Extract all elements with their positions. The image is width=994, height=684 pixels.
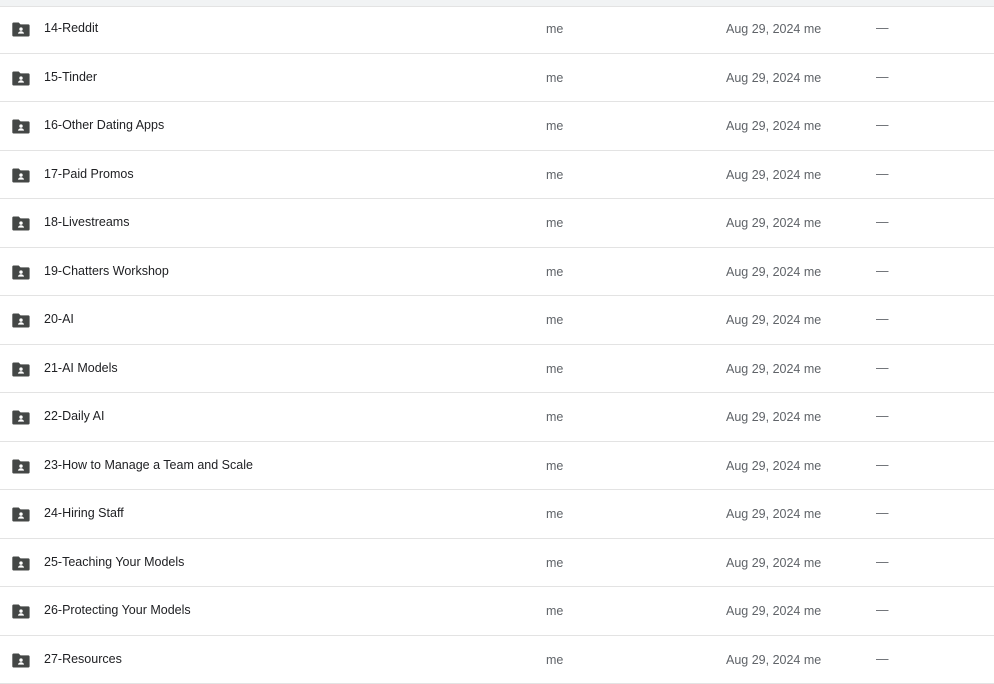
shared-folder-icon: [12, 459, 30, 474]
file-size-cell: —: [876, 70, 889, 84]
file-size-cell: —: [876, 118, 889, 132]
folder-name[interactable]: 20-AI: [44, 312, 74, 326]
folder-name[interactable]: 14-Reddit: [44, 21, 98, 35]
folder-name[interactable]: 26-Protecting Your Models: [44, 603, 191, 617]
folder-row-4[interactable]: 17-Paid Promos me Aug 29, 2024 me —: [0, 151, 994, 200]
folder-row-6[interactable]: 19-Chatters Workshop me Aug 29, 2024 me …: [0, 248, 994, 297]
owner-cell: me: [546, 216, 563, 230]
last-modified-cell: Aug 29, 2024 me: [726, 459, 821, 473]
folder-name[interactable]: 16-Other Dating Apps: [44, 118, 164, 132]
last-modified-cell: Aug 29, 2024 me: [726, 410, 821, 424]
owner-cell: me: [546, 313, 563, 327]
folder-name[interactable]: 25-Teaching Your Models: [44, 555, 184, 569]
owner-cell: me: [546, 168, 563, 182]
folder-name[interactable]: 27-Resources: [44, 652, 122, 666]
shared-folder-icon: [12, 22, 30, 37]
last-modified-cell: Aug 29, 2024 me: [726, 507, 821, 521]
last-modified-cell: Aug 29, 2024 me: [726, 71, 821, 85]
file-size-cell: —: [876, 652, 889, 666]
folder-row-8[interactable]: 21-AI Models me Aug 29, 2024 me —: [0, 345, 994, 394]
owner-cell: me: [546, 604, 563, 618]
shared-folder-icon: [12, 410, 30, 425]
folder-row-5[interactable]: 18-Livestreams me Aug 29, 2024 me —: [0, 199, 994, 248]
shared-folder-icon: [12, 265, 30, 280]
file-size-cell: —: [876, 555, 889, 569]
file-size-cell: —: [876, 361, 889, 375]
shared-folder-icon: [12, 362, 30, 377]
file-size-cell: —: [876, 215, 889, 229]
folder-row-12[interactable]: 25-Teaching Your Models me Aug 29, 2024 …: [0, 539, 994, 588]
last-modified-cell: Aug 29, 2024 me: [726, 119, 821, 133]
folder-row-1[interactable]: 14-Reddit me Aug 29, 2024 me —: [0, 5, 994, 54]
owner-cell: me: [546, 459, 563, 473]
last-modified-cell: Aug 29, 2024 me: [726, 265, 821, 279]
folder-name[interactable]: 17-Paid Promos: [44, 167, 134, 181]
file-size-cell: —: [876, 167, 889, 181]
owner-cell: me: [546, 410, 563, 424]
folder-row-2[interactable]: 15-Tinder me Aug 29, 2024 me —: [0, 54, 994, 103]
last-modified-cell: Aug 29, 2024 me: [726, 168, 821, 182]
folder-row-13[interactable]: 26-Protecting Your Models me Aug 29, 202…: [0, 587, 994, 636]
folder-row-9[interactable]: 22-Daily AI me Aug 29, 2024 me —: [0, 393, 994, 442]
owner-cell: me: [546, 71, 563, 85]
folder-name[interactable]: 23-How to Manage a Team and Scale: [44, 458, 253, 472]
folder-row-10[interactable]: 23-How to Manage a Team and Scale me Aug…: [0, 442, 994, 491]
last-modified-cell: Aug 29, 2024 me: [726, 362, 821, 376]
shared-folder-icon: [12, 507, 30, 522]
last-modified-cell: Aug 29, 2024 me: [726, 22, 821, 36]
folder-name[interactable]: 21-AI Models: [44, 361, 118, 375]
shared-folder-icon: [12, 216, 30, 231]
owner-cell: me: [546, 22, 563, 36]
file-size-cell: —: [876, 458, 889, 472]
file-size-cell: —: [876, 21, 889, 35]
folder-name[interactable]: 22-Daily AI: [44, 409, 104, 423]
shared-folder-icon: [12, 604, 30, 619]
last-modified-cell: Aug 29, 2024 me: [726, 216, 821, 230]
file-size-cell: —: [876, 264, 889, 278]
folder-name[interactable]: 18-Livestreams: [44, 215, 129, 229]
last-modified-cell: Aug 29, 2024 me: [726, 604, 821, 618]
owner-cell: me: [546, 653, 563, 667]
file-list: 14-Reddit me Aug 29, 2024 me — 15-Tinder…: [0, 5, 994, 684]
shared-folder-icon: [12, 313, 30, 328]
file-size-cell: —: [876, 506, 889, 520]
file-size-cell: —: [876, 409, 889, 423]
shared-folder-icon: [12, 119, 30, 134]
folder-name[interactable]: 19-Chatters Workshop: [44, 264, 169, 278]
owner-cell: me: [546, 556, 563, 570]
shared-folder-icon: [12, 556, 30, 571]
shared-folder-icon: [12, 653, 30, 668]
file-size-cell: —: [876, 603, 889, 617]
owner-cell: me: [546, 362, 563, 376]
owner-cell: me: [546, 119, 563, 133]
shared-folder-icon: [12, 71, 30, 86]
owner-cell: me: [546, 265, 563, 279]
shared-folder-icon: [12, 168, 30, 183]
last-modified-cell: Aug 29, 2024 me: [726, 556, 821, 570]
owner-cell: me: [546, 507, 563, 521]
folder-name[interactable]: 15-Tinder: [44, 70, 97, 84]
folder-row-7[interactable]: 20-AI me Aug 29, 2024 me —: [0, 296, 994, 345]
file-size-cell: —: [876, 312, 889, 326]
folder-row-11[interactable]: 24-Hiring Staff me Aug 29, 2024 me —: [0, 490, 994, 539]
last-modified-cell: Aug 29, 2024 me: [726, 313, 821, 327]
folder-name[interactable]: 24-Hiring Staff: [44, 506, 124, 520]
last-modified-cell: Aug 29, 2024 me: [726, 653, 821, 667]
folder-row-3[interactable]: 16-Other Dating Apps me Aug 29, 2024 me …: [0, 102, 994, 151]
folder-row-14[interactable]: 27-Resources me Aug 29, 2024 me —: [0, 636, 994, 684]
